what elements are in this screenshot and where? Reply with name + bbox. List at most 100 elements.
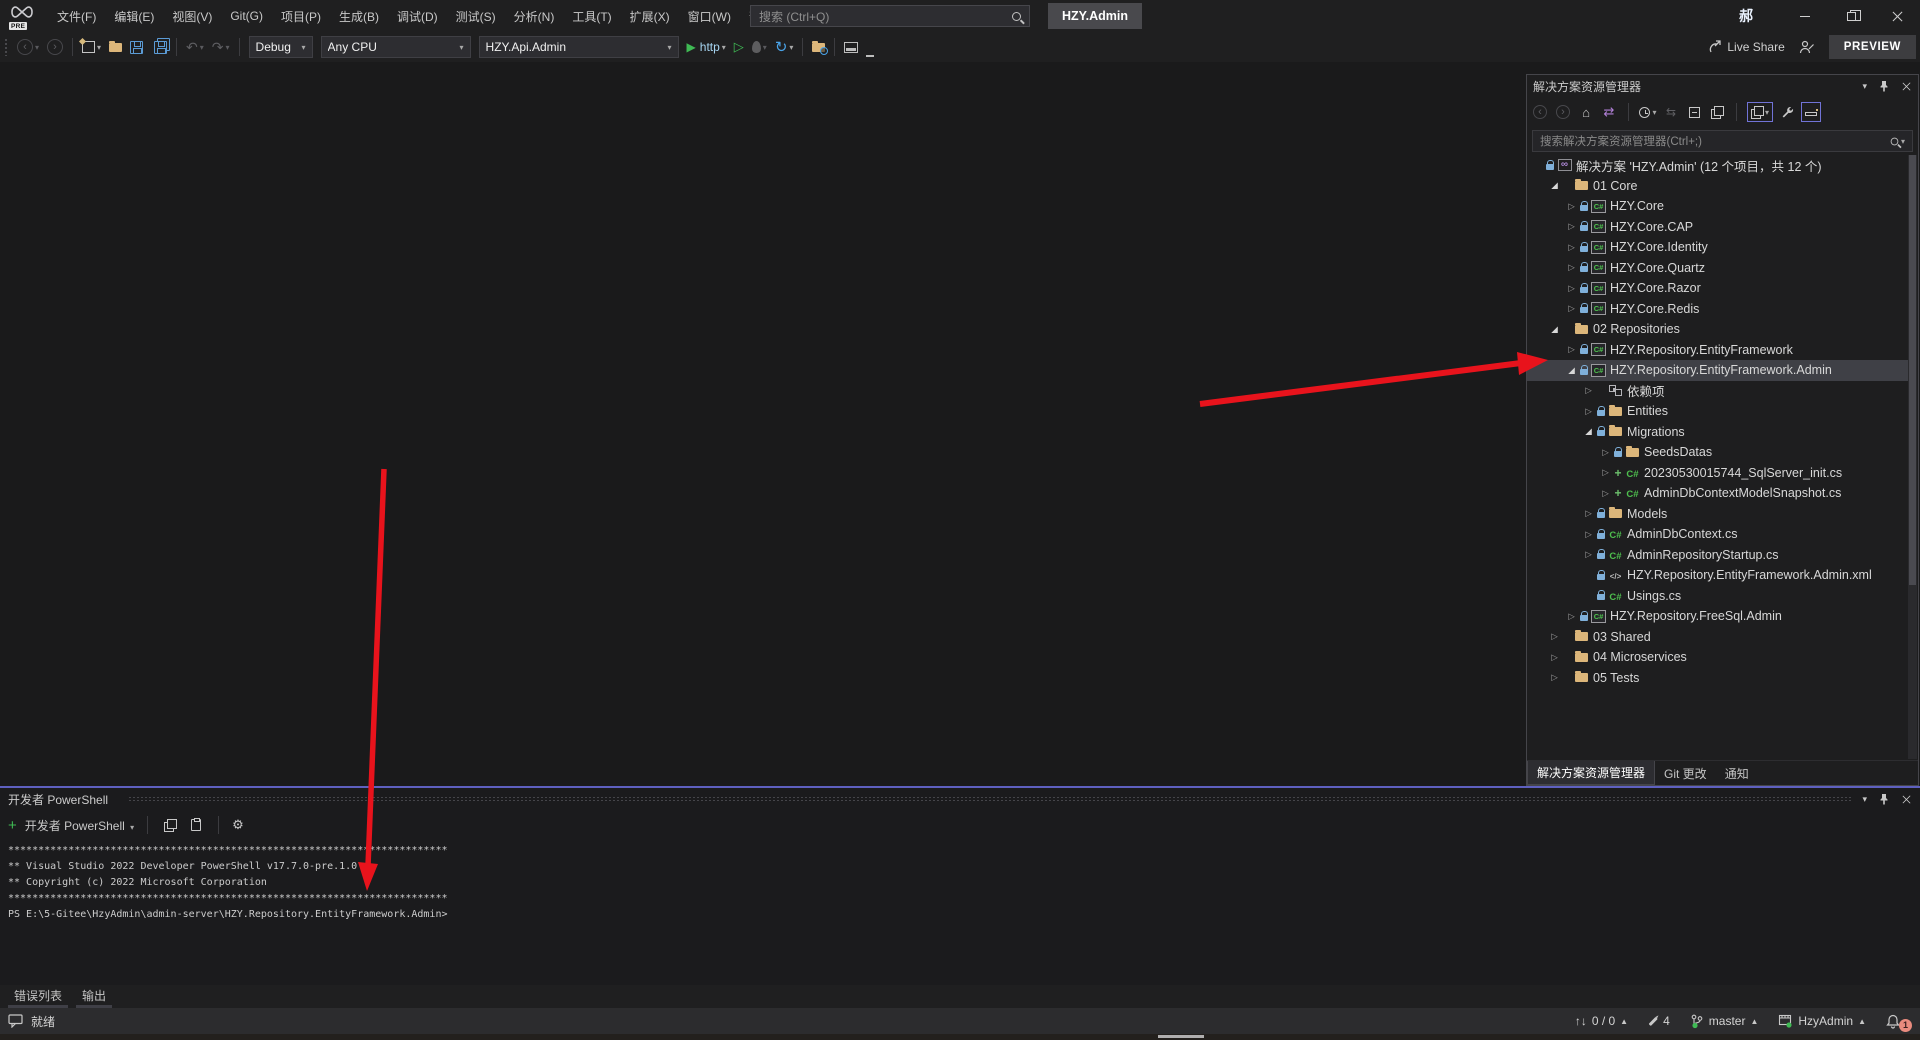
tree-row[interactable]: HZY.Core: [1527, 196, 1908, 217]
pin-icon[interactable]: [1879, 793, 1889, 805]
new-terminal-icon[interactable]: +: [8, 817, 17, 834]
search-options-icon[interactable]: ▾: [1901, 137, 1905, 146]
menu-item[interactable]: 测试(S): [447, 0, 505, 32]
account-avatar[interactable]: 郝: [1726, 0, 1766, 32]
tree-row[interactable]: 01 Core: [1527, 176, 1908, 197]
save-all-button[interactable]: [148, 35, 170, 59]
pending-changes-filter-button[interactable]: ▾: [1639, 102, 1657, 122]
shell-selector[interactable]: 开发者 PowerShell ▾: [25, 817, 134, 834]
tree-row[interactable]: HZY.Repository.FreeSql.Admin: [1527, 606, 1908, 627]
se-forward-button[interactable]: ›: [1554, 102, 1572, 122]
menu-item[interactable]: 分析(N): [505, 0, 564, 32]
expander-icon[interactable]: [1582, 549, 1595, 560]
tree-row[interactable]: HZY.Repository.EntityFramework.Admin: [1527, 360, 1908, 381]
tool-window-tab[interactable]: Git 更改: [1655, 761, 1716, 785]
expander-icon[interactable]: [1565, 221, 1578, 232]
tree-row[interactable]: HZY.Repository.EntityFramework: [1527, 340, 1908, 361]
tree-row[interactable]: Usings.cs: [1527, 586, 1908, 607]
git-sync-status[interactable]: ↑↓ 0 / 0 ▲: [1575, 1014, 1628, 1028]
toolbar-grip[interactable]: [4, 38, 8, 56]
expander-icon[interactable]: [1582, 406, 1595, 417]
close-button[interactable]: [1874, 0, 1920, 32]
expander-icon[interactable]: [1582, 385, 1595, 396]
file-nesting-toggle[interactable]: ▾: [1747, 102, 1773, 122]
tree-row[interactable]: 03 Shared: [1527, 627, 1908, 648]
tree-row[interactable]: HZY.Core.Identity: [1527, 237, 1908, 258]
close-panel-icon[interactable]: [1902, 82, 1911, 91]
terminal-output[interactable]: ****************************************…: [8, 843, 1912, 981]
start-without-debug-button[interactable]: ▷: [731, 35, 747, 59]
tree-row[interactable]: 20230530015744_SqlServer_init.cs: [1527, 463, 1908, 484]
expander-icon[interactable]: [1565, 242, 1578, 253]
window-position-icon[interactable]: ▾: [1862, 81, 1867, 92]
expander-icon[interactable]: [1548, 631, 1561, 642]
solution-title-badge[interactable]: HZY.Admin: [1048, 3, 1142, 29]
tree-row[interactable]: HZY.Core.Razor: [1527, 278, 1908, 299]
tree-row[interactable]: SeedsDatas: [1527, 442, 1908, 463]
preview-button[interactable]: PREVIEW: [1829, 35, 1916, 59]
solution-search-box[interactable]: 搜索解决方案资源管理器(Ctrl+;) ▾: [1532, 130, 1913, 152]
git-branch-status[interactable]: master ▲: [1690, 1014, 1759, 1029]
minimize-button[interactable]: [1782, 0, 1828, 32]
pending-changes-status[interactable]: 4: [1648, 1014, 1670, 1028]
collapse-all-button[interactable]: [1685, 102, 1703, 122]
expander-icon[interactable]: [1582, 529, 1595, 540]
expander-icon[interactable]: [1565, 283, 1578, 294]
configuration-dropdown[interactable]: Debug▾: [249, 36, 313, 58]
menu-item[interactable]: Git(G): [221, 0, 272, 32]
find-in-files-button[interactable]: [809, 35, 828, 59]
pin-icon[interactable]: [1879, 80, 1889, 92]
solution-explorer-titlebar[interactable]: 解决方案资源管理器 ▾: [1527, 75, 1918, 97]
start-debug-button[interactable]: ▶http▾: [684, 35, 729, 59]
scrollbar-thumb[interactable]: [1909, 155, 1916, 585]
expander-icon[interactable]: [1548, 672, 1561, 683]
navigate-back-button[interactable]: ‹▾: [14, 35, 42, 59]
redo-button[interactable]: ↷▾: [209, 35, 233, 59]
hot-reload-button[interactable]: ▾: [749, 35, 770, 59]
powershell-titlebar[interactable]: 开发者 PowerShell ▾: [0, 788, 1920, 810]
save-button[interactable]: [127, 35, 146, 59]
expander-icon[interactable]: [1582, 508, 1595, 519]
tree-row[interactable]: HZY.Core.Quartz: [1527, 258, 1908, 279]
expander-icon[interactable]: [1565, 201, 1578, 212]
track-active-item-toggle[interactable]: [1801, 102, 1821, 122]
expander-icon[interactable]: [1548, 180, 1561, 191]
expander-icon[interactable]: [1582, 426, 1595, 437]
tree-row[interactable]: 05 Tests: [1527, 668, 1908, 689]
menu-item[interactable]: 文件(F): [48, 0, 105, 32]
bottom-tab[interactable]: 错误列表: [8, 985, 68, 1008]
tree-row[interactable]: 02 Repositories: [1527, 319, 1908, 340]
menu-item[interactable]: 视图(V): [163, 0, 221, 32]
expander-icon[interactable]: [1599, 447, 1612, 458]
menu-item[interactable]: 调试(D): [388, 0, 447, 32]
expander-icon[interactable]: [1548, 324, 1561, 335]
tree-row[interactable]: AdminDbContextModelSnapshot.cs: [1527, 483, 1908, 504]
expander-icon[interactable]: [1599, 467, 1612, 478]
expander-icon[interactable]: [1565, 344, 1578, 355]
sync-with-active-document-button[interactable]: ⇄: [1600, 102, 1618, 122]
live-share-button[interactable]: Live Share: [1707, 40, 1784, 54]
navigate-forward-button[interactable]: ›: [44, 35, 66, 59]
menu-item[interactable]: 生成(B): [330, 0, 388, 32]
panel-drag-grip[interactable]: [128, 796, 1852, 802]
tree-row[interactable]: AdminDbContext.cs: [1527, 524, 1908, 545]
terminal-settings-button[interactable]: ⚙: [232, 818, 244, 833]
tree-row[interactable]: AdminRepositoryStartup.cs: [1527, 545, 1908, 566]
tool-window-tab[interactable]: 解决方案资源管理器: [1527, 761, 1655, 785]
copy-button[interactable]: [161, 815, 179, 835]
expander-icon[interactable]: [1565, 365, 1578, 376]
tree-row[interactable]: 解决方案 'HZY.Admin' (12 个项目，共 12 个): [1527, 155, 1908, 176]
solution-tree-scrollbar[interactable]: [1908, 155, 1917, 759]
expander-icon[interactable]: [1565, 262, 1578, 273]
tree-row[interactable]: Models: [1527, 504, 1908, 525]
tool-window-tab[interactable]: 通知: [1716, 761, 1758, 785]
properties-button[interactable]: [1708, 102, 1726, 122]
tree-row[interactable]: 依赖项: [1527, 381, 1908, 402]
window-position-icon[interactable]: ▾: [1862, 794, 1867, 805]
tree-row[interactable]: Entities: [1527, 401, 1908, 422]
git-repository-status[interactable]: HzyAdmin ▲: [1778, 1014, 1866, 1028]
home-button[interactable]: ⌂: [1577, 102, 1595, 122]
expander-icon[interactable]: [1565, 303, 1578, 314]
tree-row[interactable]: HZY.Repository.EntityFramework.Admin.xml: [1527, 565, 1908, 586]
menu-item[interactable]: 项目(P): [272, 0, 330, 32]
